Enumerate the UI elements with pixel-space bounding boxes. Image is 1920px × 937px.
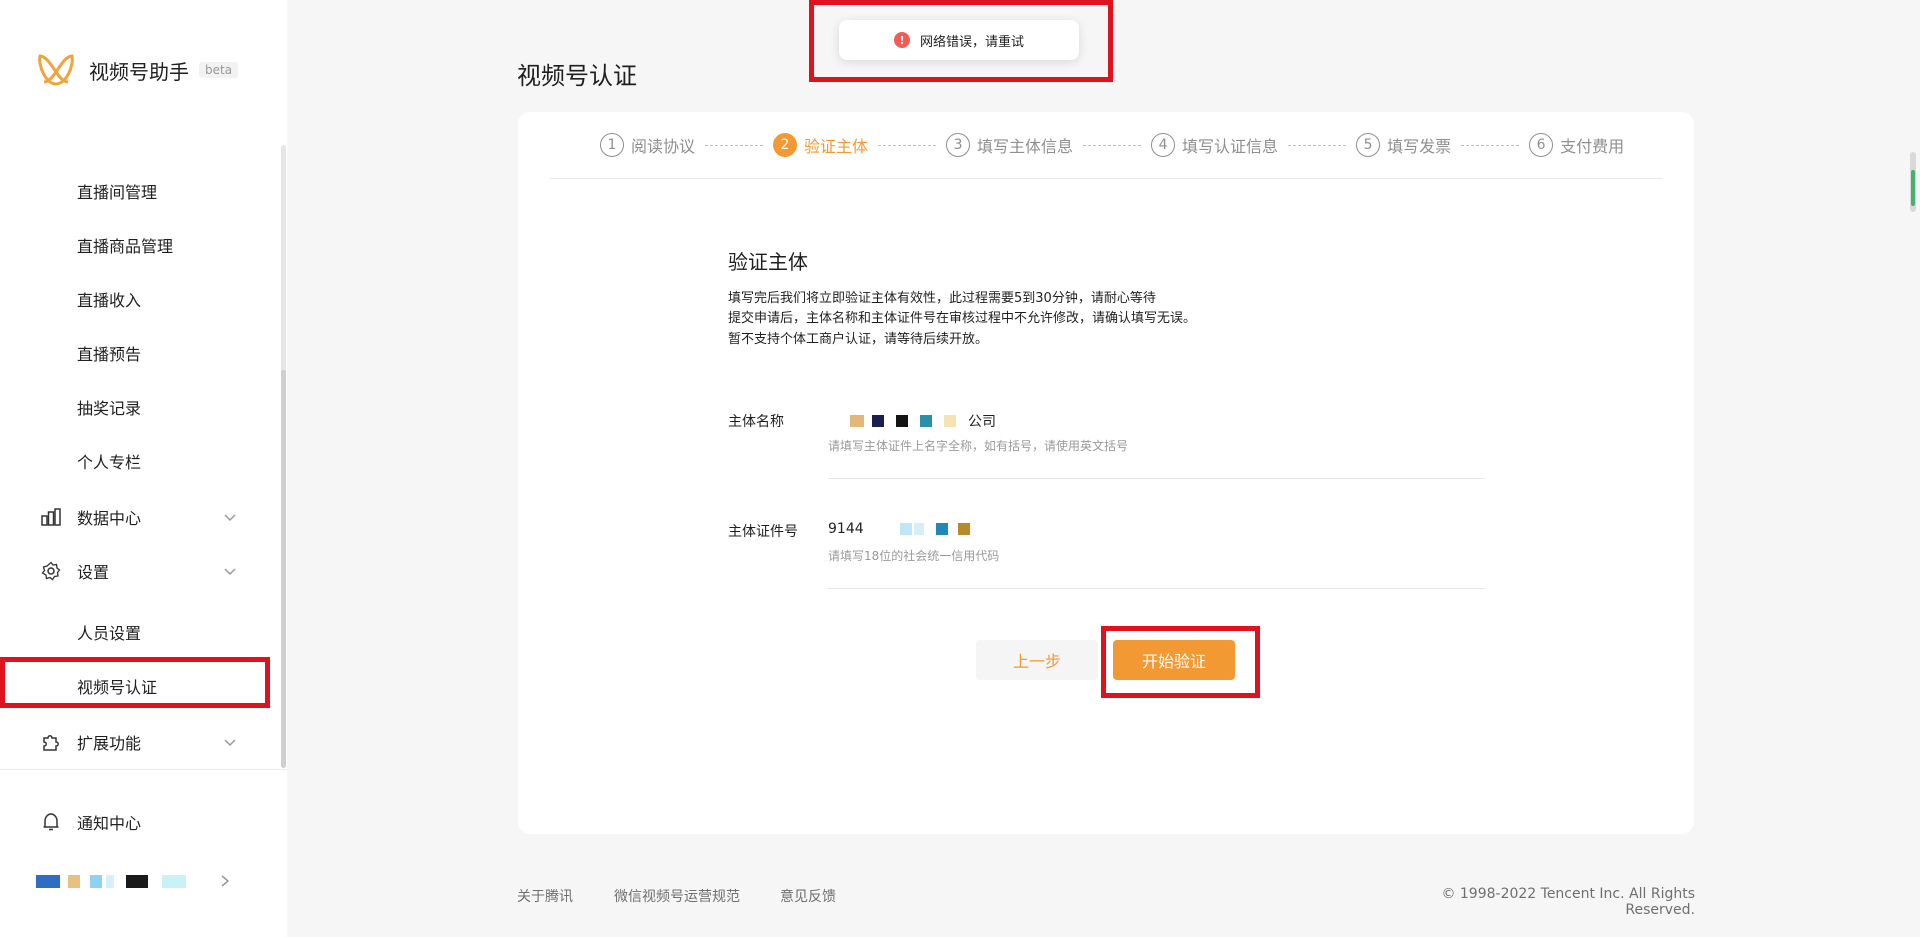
step-read-agreement: 1 阅读协议 — [600, 133, 695, 157]
entity-id-value-prefix: 9144 — [828, 521, 864, 537]
entity-name-underline — [828, 478, 1485, 479]
bar-chart-icon — [40, 506, 62, 528]
chevron-right-icon[interactable] — [220, 874, 230, 888]
annotation-highlight-toast — [809, 0, 1113, 82]
sidebar-group-data-center[interactable]: 数据中心 — [40, 505, 237, 529]
sidebar-item-column[interactable]: 个人专栏 — [77, 449, 141, 473]
step-number: 2 — [773, 133, 798, 157]
entity-id-redacted-block — [957, 523, 970, 535]
section-title: 验证主体 — [728, 250, 808, 274]
sidebar-group-label: 数据中心 — [77, 509, 142, 528]
entity-id-hint: 请填写18位的社会统一信用代码 — [828, 549, 1000, 563]
sidebar-item-live-income[interactable]: 直播收入 — [77, 287, 141, 311]
chevron-down-icon[interactable] — [223, 735, 237, 749]
sidebar-item-live-room[interactable]: 直播间管理 — [77, 179, 157, 203]
bell-icon — [40, 811, 62, 833]
account-switcher[interactable] — [36, 874, 230, 888]
sidebar-notification-center[interactable]: 通知中心 — [40, 810, 237, 834]
puzzle-icon — [40, 731, 62, 753]
copyright: © 1998-2022 Tencent Inc. All Rights Rese… — [1441, 886, 1695, 918]
entity-name-redacted-block — [850, 415, 864, 427]
footer-link-rules[interactable]: 微信视频号运营规范 — [614, 886, 740, 906]
description-line: 暂不支持个体工商户认证，请等待后续开放。 — [728, 332, 989, 347]
annotation-highlight-button — [1101, 626, 1260, 698]
step-entity-info: 3 填写主体信息 — [946, 133, 1073, 157]
step-cert-info: 4 填写认证信息 — [1151, 133, 1278, 157]
step-payment: 6 支付费用 — [1529, 133, 1624, 157]
account-name-redacted-block — [90, 874, 102, 888]
description-line: 提交申请后，主体名称和主体证件号在审核过程中不允许修改，请确认填写无误。 — [728, 311, 1197, 326]
beta-badge: beta — [199, 62, 239, 78]
sidebar-item-lottery[interactable]: 抽奖记录 — [77, 395, 141, 419]
entity-id-underline — [828, 588, 1485, 589]
gear-icon — [40, 560, 62, 582]
page-title: 视频号认证 — [517, 62, 637, 90]
entity-name-input[interactable]: 公司 — [828, 411, 996, 431]
step-label: 填写发票 — [1387, 137, 1452, 156]
entity-id-redacted-block — [913, 523, 924, 535]
chevron-down-icon[interactable] — [223, 564, 237, 578]
entity-name-redacted-block — [828, 415, 850, 427]
step-indicator: 1 阅读协议 2 验证主体 3 填写主体信息 4 填写认证信息 5 填写发票 6… — [600, 133, 1624, 157]
entity-name-redacted-block — [872, 415, 884, 427]
step-number: 1 — [600, 133, 624, 157]
main-card — [518, 112, 1694, 834]
entity-name-hint: 请填写主体证件上名字全称，如有括号，请使用英文括号 — [828, 439, 1129, 453]
step-connector — [1288, 144, 1347, 146]
account-name-redacted-block — [162, 874, 186, 888]
description-line: 填写完后我们将立即验证主体有效性，此过程需要5到30分钟，请耐心等待 — [728, 291, 1156, 306]
page-scrollbar-thumb[interactable] — [1911, 170, 1915, 206]
account-name-redacted-block — [68, 874, 80, 888]
step-label: 验证主体 — [804, 137, 869, 156]
step-verify-entity: 2 验证主体 — [773, 133, 868, 157]
prev-step-button[interactable]: 上一步 — [976, 640, 1098, 680]
avatar — [36, 874, 60, 888]
step-number: 6 — [1529, 133, 1554, 157]
step-number: 3 — [946, 133, 971, 157]
entity-id-input[interactable]: 9144 — [828, 521, 970, 537]
sidebar: 视频号助手 beta 直播间管理 直播商品管理 直播收入 直播预告 抽奖记录 个… — [0, 0, 287, 937]
footer-link-feedback[interactable]: 意见反馈 — [780, 886, 836, 906]
step-label: 阅读协议 — [631, 137, 696, 156]
step-label: 填写认证信息 — [1182, 137, 1279, 156]
sidebar-group-extensions[interactable]: 扩展功能 — [40, 730, 237, 754]
sidebar-scrollbar-thumb[interactable] — [281, 370, 286, 768]
step-connector — [1461, 144, 1520, 146]
logo-icon — [38, 54, 74, 86]
step-number: 5 — [1356, 133, 1381, 157]
step-connector — [705, 144, 764, 146]
entity-id-redacted-block — [935, 523, 948, 535]
entity-id-redacted-block — [899, 523, 912, 535]
step-invoice: 5 填写发票 — [1356, 133, 1451, 157]
sidebar-item-live-preview[interactable]: 直播预告 — [77, 341, 141, 365]
notification-center-label: 通知中心 — [77, 814, 142, 833]
step-number: 4 — [1151, 133, 1176, 157]
footer-link-about[interactable]: 关于腾讯 — [517, 886, 573, 906]
annotation-highlight-sidebar — [0, 657, 270, 708]
account-name-redacted-block — [106, 874, 114, 888]
entity-name-redacted-block — [896, 415, 908, 427]
step-connector — [1083, 144, 1142, 146]
app-name: 视频号助手 — [89, 59, 189, 84]
sidebar-item-staff-settings[interactable]: 人员设置 — [77, 620, 141, 644]
account-name-redacted-block — [126, 874, 148, 888]
steps-divider — [550, 178, 1662, 179]
sidebar-item-live-products[interactable]: 直播商品管理 — [77, 233, 173, 257]
sidebar-group-label: 设置 — [77, 563, 110, 582]
entity-id-redacted-block — [864, 523, 900, 535]
entity-name-value-suffix: 公司 — [968, 414, 996, 430]
sidebar-group-settings[interactable]: 设置 — [40, 559, 237, 583]
step-label: 支付费用 — [1560, 137, 1625, 156]
entity-name-redacted-block — [920, 415, 932, 427]
entity-name-label: 主体名称 — [728, 414, 784, 430]
step-connector — [878, 144, 937, 146]
sidebar-divider — [0, 769, 287, 770]
entity-id-label: 主体证件号 — [728, 524, 798, 540]
step-label: 填写主体信息 — [977, 137, 1074, 156]
app-logo[interactable]: 视频号助手 beta — [36, 52, 239, 88]
entity-name-redacted-block — [944, 415, 956, 427]
chevron-down-icon[interactable] — [223, 510, 237, 524]
sidebar-group-label: 扩展功能 — [77, 734, 142, 753]
